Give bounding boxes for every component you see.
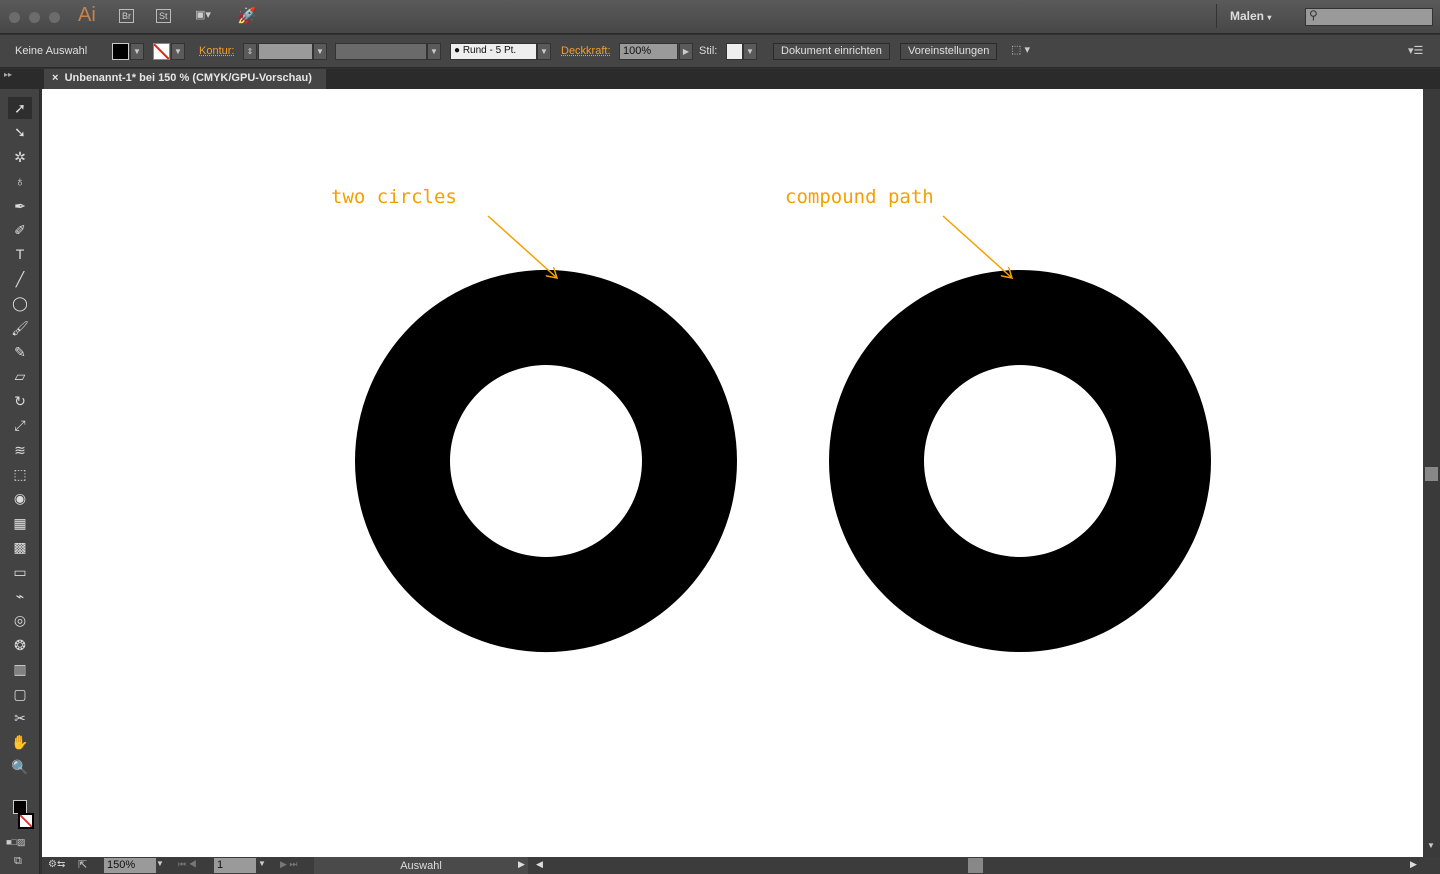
first-previous-artboard-buttons[interactable]: ⏮ ◀	[178, 859, 197, 870]
eyedropper-tool[interactable]: ⌁	[8, 585, 32, 607]
line-tool[interactable]: ╱	[8, 268, 32, 290]
panel-menu-icon[interactable]: ▾☰	[1408, 44, 1423, 57]
hand-tool[interactable]: ✋	[8, 731, 32, 753]
close-tab-icon[interactable]: ×	[52, 72, 58, 84]
pencil-tool[interactable]: ✎	[8, 341, 32, 363]
compound-path-shape[interactable]	[829, 270, 1211, 652]
style-label: Stil:	[699, 45, 718, 57]
variable-width-dropdown[interactable]: ▼	[427, 43, 441, 60]
artboard-number-field[interactable]: 1	[214, 858, 256, 873]
document-setup-button[interactable]: Dokument einrichten	[773, 43, 890, 60]
selection-tool[interactable]: ➚	[8, 97, 32, 119]
brush-dropdown[interactable]: ▼	[537, 43, 551, 60]
annotation-arrow	[942, 215, 1012, 278]
scroll-down-arrow[interactable]: ▼	[1427, 841, 1435, 850]
style-dropdown[interactable]: ▼	[743, 43, 757, 60]
stroke-weight-dropdown[interactable]: ▼	[313, 43, 327, 60]
arrange-documents-icon[interactable]: ▣▾	[195, 8, 221, 24]
horizontal-scroll-thumb[interactable]	[968, 858, 983, 873]
warp-tool[interactable]: ≋	[8, 439, 32, 461]
color-mode-icons[interactable]: ■□▨	[6, 837, 25, 848]
next-last-artboard-buttons[interactable]: ▶ ⏭	[280, 859, 298, 870]
zoom-field[interactable]: 150%	[104, 858, 156, 873]
document-tab[interactable]: × Unbenannt-1* bei 150 % (CMYK/GPU-Vorsc…	[44, 69, 326, 89]
stock-button[interactable]: St	[156, 9, 171, 23]
brush-definition[interactable]: ● Rund - 5 Pt.	[450, 43, 537, 60]
shape-builder-tool[interactable]: ◉	[8, 487, 32, 509]
vertical-scrollbar[interactable]: ▼	[1423, 89, 1440, 857]
scroll-right-arrow[interactable]: ▶	[1410, 859, 1417, 870]
style-swatch[interactable]	[726, 43, 743, 60]
gpu-performance-icon[interactable]: 🚀	[237, 6, 257, 26]
fill-dropdown[interactable]: ▼	[130, 43, 144, 60]
gradient-tool[interactable]: ▭	[8, 561, 32, 583]
screen-mode-icon[interactable]: ⧉	[14, 855, 22, 868]
stroke-dropdown[interactable]: ▼	[171, 43, 185, 60]
search-input[interactable]	[1305, 8, 1433, 26]
blend-tool[interactable]: ◎	[8, 609, 32, 631]
status-bar: ⚙⇆ ⇱ 150% ▼ ⏮ ◀ 1 ▼ ▶ ⏭ Auswahl ▶ ◀ ▶	[42, 857, 1440, 874]
artboard-canvas[interactable]: two circles compound path	[42, 89, 1423, 857]
free-transform-tool[interactable]: ⬚	[8, 463, 32, 485]
slice-tool[interactable]: ✂	[8, 707, 32, 729]
scroll-left-arrow[interactable]: ◀	[536, 859, 543, 870]
zoom-tool[interactable]: 🔍	[8, 756, 32, 778]
stroke-weight-field[interactable]	[258, 43, 313, 60]
status-menu-arrow[interactable]: ▶	[518, 859, 525, 870]
annotation-two-circles: two circles	[331, 186, 457, 208]
scale-tool[interactable]: ⤢	[8, 414, 32, 436]
document-title: Unbenannt-1* bei 150 % (CMYK/GPU-Vorscha…	[64, 72, 312, 84]
magic-wand-tool[interactable]: ✲	[8, 146, 32, 168]
graph-tool[interactable]: ▥	[8, 658, 32, 680]
app-logo: Ai	[78, 4, 96, 26]
title-bar: Ai Br St ▣▾ 🚀 Malen ▾ ⚲	[0, 0, 1440, 34]
mesh-tool[interactable]: ▩	[8, 536, 32, 558]
artboard-tool[interactable]: ▢	[8, 683, 32, 705]
eraser-tool[interactable]: ▱	[8, 365, 32, 387]
stroke-color-swatch[interactable]	[18, 813, 34, 829]
artwork	[355, 215, 1211, 653]
variable-width-profile[interactable]	[335, 43, 427, 60]
annotation-compound-path: compound path	[785, 186, 934, 208]
ellipse-tool[interactable]: ◯	[8, 292, 32, 314]
zoom-window-button[interactable]	[49, 12, 60, 23]
opacity-label[interactable]: Deckkraft:	[561, 45, 611, 57]
status-tool-label[interactable]: Auswahl	[314, 857, 528, 874]
search-icon: ⚲	[1309, 8, 1318, 22]
two-circles-shape[interactable]	[355, 269, 737, 653]
preferences-button[interactable]: Voreinstellungen	[900, 43, 998, 60]
perspective-grid-tool[interactable]: ▦	[8, 512, 32, 534]
minimize-window-button[interactable]	[29, 12, 40, 23]
paintbrush-tool[interactable]: 🖌	[8, 317, 32, 339]
direct-selection-tool[interactable]: ➘	[8, 121, 32, 143]
opacity-field[interactable]: 100%	[619, 43, 678, 60]
symbol-sprayer-tool[interactable]: ❂	[8, 634, 32, 656]
selection-status: Keine Auswahl	[15, 45, 88, 57]
lasso-tool[interactable]: ♁	[8, 170, 32, 192]
control-bar: Keine Auswahl ▼ ▼ Kontur: ⇕ ▼ ▼ ● Rund -…	[0, 35, 1440, 68]
stroke-swatch[interactable]	[153, 43, 170, 60]
artboard-dropdown[interactable]: ▼	[258, 859, 266, 868]
fill-swatch[interactable]	[112, 43, 129, 60]
artboard-navigation-icon[interactable]: ⚙⇆	[48, 859, 65, 870]
rotate-tool[interactable]: ↻	[8, 390, 32, 412]
stroke-label[interactable]: Kontur:	[199, 45, 234, 57]
close-window-button[interactable]	[9, 12, 20, 23]
bridge-button[interactable]: Br	[119, 9, 134, 23]
brush-label: Rund - 5 Pt.	[462, 45, 517, 56]
annotation-arrow	[487, 215, 557, 278]
curvature-tool[interactable]: ✐	[8, 219, 32, 241]
opacity-slider-button[interactable]: ▶	[679, 43, 693, 60]
share-icon[interactable]: ⇱	[78, 858, 87, 871]
fill-color-swatch[interactable]	[13, 800, 27, 814]
collapse-toolbar-icon[interactable]: ▸▸	[4, 70, 12, 79]
workspace-label: Malen	[1230, 9, 1265, 23]
vertical-scroll-thumb[interactable]	[1425, 467, 1438, 481]
workspace-switcher[interactable]: Malen ▾	[1230, 9, 1271, 23]
zoom-dropdown[interactable]: ▼	[156, 859, 164, 868]
type-tool[interactable]: T	[8, 243, 32, 265]
stroke-weight-stepper[interactable]: ⇕	[243, 43, 257, 60]
pen-tool[interactable]: ✒	[8, 195, 32, 217]
transform-options-icon[interactable]: ⬚ ▾	[1011, 43, 1030, 56]
